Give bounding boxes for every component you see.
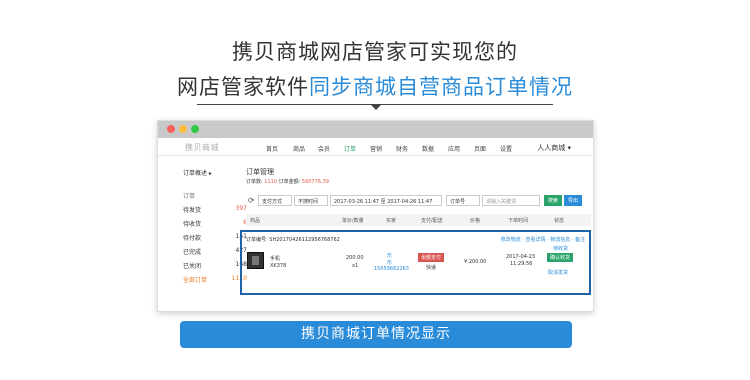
nav-home[interactable]: 首页	[266, 144, 278, 153]
order-number: 订单编号: SH20170426112956768762	[246, 237, 340, 243]
page-title: 订单管理	[246, 168, 274, 176]
buyer-sub[interactable]: 乐	[387, 259, 392, 266]
unit-price: 200.00	[346, 255, 364, 261]
col-product: 商品	[250, 218, 261, 224]
sidebar-item-label: 待收货	[183, 221, 202, 228]
order-actions[interactable]: 修改物流 · 查看详情 · 物流信息 · 备注	[501, 236, 585, 243]
product-name: 手机	[270, 256, 281, 262]
sidebar-group-label: 订单	[183, 193, 196, 200]
close-dot-icon[interactable]	[167, 125, 175, 133]
order-summary: 订单数: 1110 订单金额: 560776.39	[246, 178, 329, 185]
col-status: 状态	[554, 218, 565, 224]
sidebar-item-pending-pay[interactable]: 待付款 151	[183, 233, 247, 242]
order-row[interactable]: 订单编号: SH20170426112956768762 修改物流 · 查看详情…	[240, 230, 591, 295]
col-order-time: 下单时间	[508, 218, 529, 224]
col-buyer: 买家	[386, 218, 397, 224]
pay-method-badge: 余额支付	[418, 253, 445, 262]
buyer-name[interactable]: 乐	[387, 252, 392, 259]
site-logo[interactable]: 携贝商城	[185, 142, 219, 153]
sidebar-item-label: 待付款	[183, 235, 202, 242]
date-range-input[interactable]: 2017-03-26 11:47 至 2017-04-26 11:47	[330, 195, 442, 206]
nav-finance[interactable]: 财务	[396, 144, 408, 153]
sidebar-item-label: 全部订单	[183, 277, 208, 284]
nav-pages[interactable]: 页面	[474, 144, 486, 153]
browser-titlebar	[158, 121, 593, 138]
search-button[interactable]: 搜索	[544, 195, 563, 206]
nav-products[interactable]: 商品	[293, 144, 305, 153]
top-nav: 携贝商城 首页 商品 会员 订单 营销 财务 数据 应用 页面 设置 人人商城 …	[158, 138, 593, 156]
nav-marketing[interactable]: 营销	[370, 144, 382, 153]
sidebar-item-completed[interactable]: 已完成 427	[183, 247, 247, 256]
sidebar-item-all-orders[interactable]: 全部订单 1110	[183, 275, 247, 284]
sidebar-item-label: 已关闭	[183, 263, 202, 270]
order-price: ¥:200.00	[464, 259, 487, 265]
nav-data[interactable]: 数据	[422, 144, 434, 153]
filter-bar: ⟳ 支付方式 不搜时间 2017-03-26 11:47 至 2017-04-2…	[246, 195, 591, 207]
browser-window: 携贝商城 首页 商品 会员 订单 营销 财务 数据 应用 页面 设置 人人商城 …	[157, 120, 594, 312]
sidebar-item-closed[interactable]: 已关闭 168	[183, 261, 247, 270]
quantity: x1	[352, 263, 359, 269]
sidebar-overview[interactable]: 订单概述 ▸	[183, 168, 212, 177]
order-no-select[interactable]: 订单号	[446, 195, 480, 206]
table-header: 商品 单价/数量 买家 支付/配送 价格 下单时间 状态	[246, 214, 591, 226]
keyword-input[interactable]: 请输入关键词	[482, 195, 540, 206]
pay-method-select[interactable]: 支付方式	[258, 195, 292, 206]
store-switcher[interactable]: 人人商城 ▾	[537, 143, 571, 153]
nav-members[interactable]: 会员	[318, 144, 330, 153]
buyer-phone[interactable]: 15659662263	[374, 266, 409, 272]
confirm-receipt-button[interactable]: 确认收货	[547, 253, 574, 262]
product-thumbnail	[247, 252, 264, 269]
shipping-method: 快递	[426, 265, 437, 271]
export-button[interactable]: 导出	[564, 195, 583, 206]
nav-settings[interactable]: 设置	[500, 144, 512, 153]
col-amount: 价格	[470, 218, 481, 224]
summary-amount: 560776.39	[301, 179, 329, 185]
sidebar-item-pending-ship[interactable]: 待发货 397	[183, 205, 247, 214]
headline-plain: 网店管家软件	[177, 75, 309, 99]
sidebar-item-pending-receive[interactable]: 待收货6	[183, 219, 247, 228]
order-time: 11:29:56	[510, 261, 533, 267]
summary-mid: 订单金额:	[277, 179, 302, 185]
status-label: 待收货	[553, 246, 569, 252]
summary-count: 1110	[264, 179, 278, 185]
col-pay-ship: 支付/配送	[421, 218, 443, 224]
headline-highlight: 同步商城自营商品订单情况	[309, 75, 573, 99]
col-price-qty: 单价/数量	[342, 218, 364, 224]
sidebar-item-label: 待发货	[183, 207, 202, 214]
minimize-dot-icon[interactable]	[179, 125, 187, 133]
cancel-shipping-link[interactable]: 取消发货	[548, 269, 568, 276]
page: { "headline": { "line1": "携贝商城网店管家可实现您的"…	[0, 0, 750, 380]
headline-line-1: 携贝商城网店管家可实现您的	[232, 40, 518, 64]
sidebar-item-label: 已完成	[183, 249, 202, 256]
headline-line-2: 网店管家软件同步商城自营商品订单情况	[0, 71, 750, 101]
nav-apps[interactable]: 应用	[448, 144, 460, 153]
divider-arrow-icon	[370, 104, 382, 110]
nav-orders[interactable]: 订单	[344, 144, 356, 153]
caption-button[interactable]: 携贝商城订单情况显示	[180, 321, 572, 348]
product-code: XK378	[270, 263, 287, 269]
time-filter-select[interactable]: 不搜时间	[294, 195, 328, 206]
summary-prefix: 订单数:	[246, 179, 265, 185]
order-date: 2017-04-23	[506, 254, 536, 260]
refresh-icon[interactable]: ⟳	[248, 196, 255, 205]
maximize-dot-icon[interactable]	[191, 125, 199, 133]
